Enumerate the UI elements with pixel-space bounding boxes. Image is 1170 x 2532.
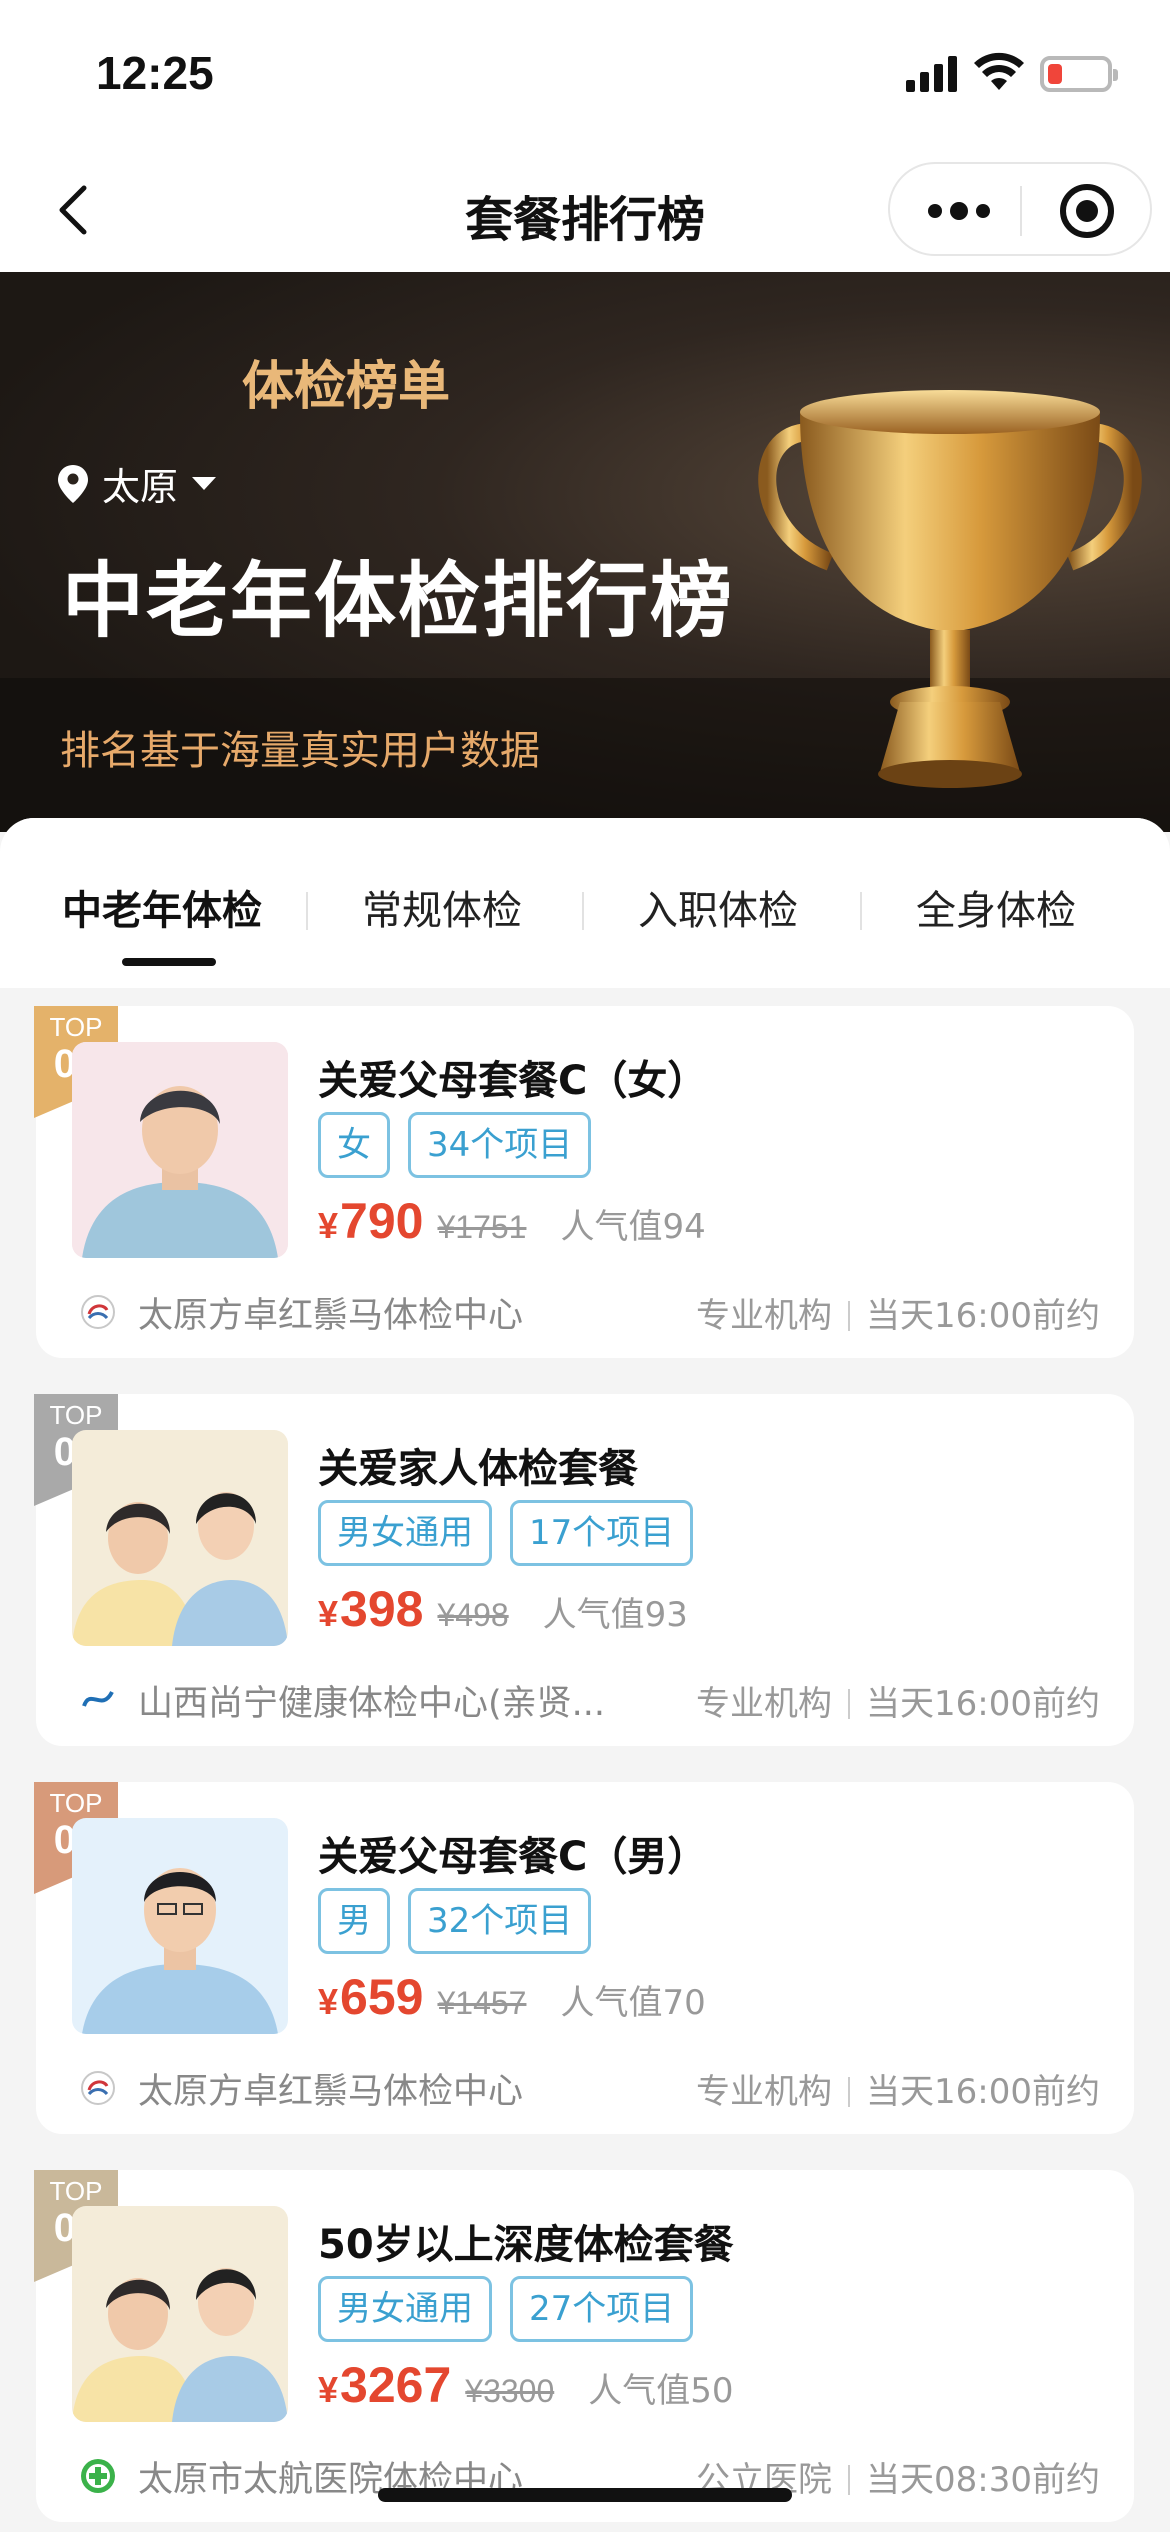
popularity: 人气值70 <box>560 1983 706 2023</box>
package-image <box>72 1042 288 1258</box>
gender-tag: 男女通用 <box>318 2276 492 2342</box>
current-price: ¥3267 <box>318 2357 452 2413</box>
close-miniprogram-icon[interactable] <box>1060 184 1114 238</box>
items-count-tag: 34个项目 <box>408 1112 592 1178</box>
institution-meta: 专业机构 当天16:00前约 <box>696 1683 1100 1724</box>
status-bar: 12:25 <box>0 0 1170 150</box>
gender-tag: 男 <box>318 1888 390 1954</box>
popularity: 人气值50 <box>588 2371 734 2411</box>
package-image <box>72 1818 288 2034</box>
package-card[interactable]: TOP 04 50岁以上深度体检套餐 男女通用 27个项目 ¥3267 ¥330… <box>34 2170 1134 2522</box>
banner-note: 排名基于海量真实用户数据 <box>60 728 540 774</box>
tab-employment[interactable]: 入职体检 <box>638 878 798 936</box>
package-card[interactable]: TOP 03 关爱父母套餐C（男） 男 32个项目 ¥659 ¥1457 人气值… <box>34 1782 1134 2134</box>
home-indicator <box>378 2488 792 2502</box>
nav-bar: 套餐排行榜 <box>0 150 1170 272</box>
institution-name: 山西尚宁健康体检中心(亲贤... <box>138 1683 606 1724</box>
institution-meta: 专业机构 当天16:00前约 <box>696 1295 1100 1336</box>
original-price: ¥3300 <box>465 2373 555 2409</box>
institution-logo-icon <box>82 1690 114 1707</box>
items-count-tag: 32个项目 <box>408 1888 592 1954</box>
package-name: 关爱家人体检套餐 <box>318 1446 638 1492</box>
institution-logo-icon <box>81 1295 115 1329</box>
category-tabs: 中老年体检 常规体检 入职体检 全身体检 <box>0 818 1170 988</box>
miniprogram-capsule <box>888 162 1152 256</box>
original-price: ¥498 <box>437 1597 509 1633</box>
institution-name: 太原方卓红鬃马体检中心 <box>138 2071 524 2112</box>
institution-meta: 专业机构 当天16:00前约 <box>696 2071 1100 2112</box>
trophy-icon <box>758 390 1142 788</box>
original-price: ¥1751 <box>437 1209 527 1245</box>
package-tags: 男 32个项目 <box>318 1888 592 1954</box>
package-name: 关爱父母套餐C（男） <box>318 1834 708 1880</box>
location-pin-icon <box>58 464 88 503</box>
package-name: 关爱父母套餐C（女） <box>318 1058 708 1104</box>
items-count-tag: 27个项目 <box>510 2276 694 2342</box>
popularity: 人气值93 <box>542 1595 688 1635</box>
package-image <box>72 1430 288 1646</box>
battery-icon <box>1040 56 1118 92</box>
current-price: ¥659 <box>318 1969 424 2025</box>
more-dots-icon[interactable] <box>928 198 990 224</box>
institution-logo-icon <box>81 2071 115 2105</box>
status-time: 12:25 <box>96 47 214 99</box>
package-card[interactable]: TOP 01 关爱父母套餐C（女） 女 34个项目 ¥790 ¥1751 人气值… <box>34 1006 1134 1358</box>
city-selector[interactable]: 太原 <box>58 456 217 511</box>
package-tags: 男女通用 17个项目 <box>318 1500 694 1566</box>
institution-row: 山西尚宁健康体检中心(亲贤... 专业机构 当天16:00前约 <box>80 1678 1100 1724</box>
tab-middle-aged[interactable]: 中老年体检 <box>62 878 262 936</box>
banner-subtitle: 体检榜单 <box>242 344 450 419</box>
dropdown-caret-icon <box>192 477 217 490</box>
gender-tag: 女 <box>318 1112 390 1178</box>
tab-routine[interactable]: 常规体检 <box>362 878 522 936</box>
gender-tag: 男女通用 <box>318 1500 492 1566</box>
banner-title: 中老年体检排行榜 <box>62 554 735 649</box>
institution-row: 太原方卓红鬃马体检中心 专业机构 当天16:00前约 <box>80 1290 1100 1336</box>
package-image <box>72 2206 288 2422</box>
tab-full-body[interactable]: 全身体检 <box>916 878 1076 936</box>
package-name: 50岁以上深度体检套餐 <box>318 2222 734 2268</box>
current-price: ¥398 <box>318 1581 424 1637</box>
original-price: ¥1457 <box>437 1985 527 2021</box>
cellular-signal-icon <box>906 56 960 92</box>
hospital-cross-icon <box>81 2459 115 2493</box>
package-card[interactable]: TOP 02 关爱家人体检套餐 男女通用 17个项目 ¥398 ¥498 人气值… <box>34 1394 1134 1746</box>
city-label: 太原 <box>102 465 179 509</box>
ranking-banner: 体检榜单 太原 中老年体检排行榜 排名基于海量真实用户数据 <box>0 272 1170 832</box>
popularity: 人气值94 <box>560 1207 706 1247</box>
content-panel: 中老年体检 常规体检 入职体检 全身体检 TOP 01 关爱父母套餐C（女） 女 <box>0 818 1170 2532</box>
institution-name: 太原方卓红鬃马体检中心 <box>138 1295 524 1336</box>
wifi-icon <box>974 52 1024 90</box>
package-tags: 男女通用 27个项目 <box>318 2276 694 2342</box>
package-tags: 女 34个项目 <box>318 1112 592 1178</box>
institution-row: 太原方卓红鬃马体检中心 专业机构 当天16:00前约 <box>80 2066 1100 2112</box>
active-tab-indicator <box>122 958 216 966</box>
items-count-tag: 17个项目 <box>510 1500 694 1566</box>
current-price: ¥790 <box>318 1193 424 1249</box>
